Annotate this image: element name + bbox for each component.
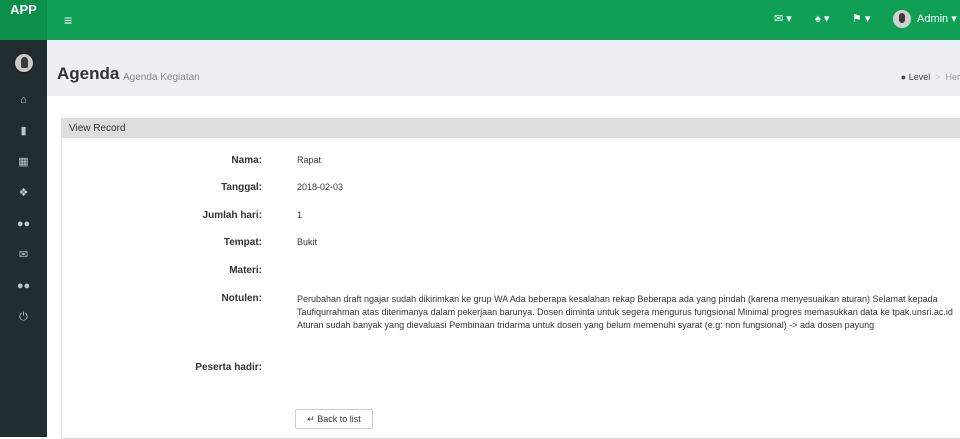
users-icon[interactable]: ●● bbox=[0, 217, 47, 231]
sidebar-avatar bbox=[13, 52, 35, 74]
user-avatar[interactable] bbox=[893, 10, 911, 28]
page-title: Agenda bbox=[57, 64, 120, 83]
field-value-nama: Rapat bbox=[297, 155, 322, 165]
brand-logo[interactable]: APP bbox=[0, 0, 47, 40]
info-icon[interactable]: ❖ bbox=[0, 186, 47, 200]
power-icon[interactable]: ⏻ bbox=[0, 310, 47, 324]
flag-icon[interactable]: ⚑ ▾ bbox=[852, 12, 870, 26]
record-panel: View Record Nama: Rapat Tanggal: 2018-02… bbox=[61, 118, 960, 439]
users-icon[interactable]: ●● bbox=[0, 279, 47, 293]
page-subtitle: Agenda Kegiatan bbox=[123, 72, 200, 83]
field-value-notulen: Perubahan draft ngajar sudah dikirimkan … bbox=[297, 294, 953, 330]
field-value-tempat: Bukit bbox=[297, 237, 318, 247]
content-header: Agenda Agenda Kegiatan ● Level > Her bbox=[47, 40, 960, 96]
field-value-tanggal: 2018-02-03 bbox=[297, 182, 344, 192]
back-button-label: Back to list bbox=[317, 414, 361, 424]
field-label-notulen: Notulen: bbox=[221, 293, 262, 304]
sidebar: APP ⌂ ▮ ▦ ❖ ●● ✉ ●● ⏻ bbox=[0, 0, 47, 437]
field-value-jumlah-hari: 1 bbox=[297, 210, 303, 220]
envelope-icon[interactable]: ✉ ▾ bbox=[774, 12, 792, 26]
field-label-tempat: Tempat: bbox=[223, 237, 262, 248]
panel-heading: View Record bbox=[62, 119, 960, 138]
field-label-tanggal: Tanggal: bbox=[221, 182, 262, 193]
breadcrumb-level[interactable]: Level bbox=[909, 72, 931, 82]
field-label-jumlah-hari: Jumlah hari: bbox=[202, 210, 262, 221]
return-arrow-icon: ↵ bbox=[307, 414, 315, 424]
hamburger-icon[interactable]: ≡ bbox=[64, 13, 72, 27]
home-icon[interactable]: ⌂ bbox=[0, 93, 47, 107]
field-label-materi: Materi: bbox=[229, 265, 262, 276]
bell-icon[interactable]: ♠ ▾ bbox=[815, 12, 829, 26]
breadcrumb: ● Level > Her bbox=[900, 72, 960, 82]
user-name: Admin bbox=[917, 13, 949, 25]
breadcrumb-current: Her bbox=[945, 72, 960, 82]
brand-text: APP bbox=[10, 2, 37, 17]
file-icon[interactable]: ▮ bbox=[0, 124, 47, 138]
field-label-nama: Nama: bbox=[231, 155, 262, 166]
field-label-peserta-hadir: Peserta hadir: bbox=[195, 362, 262, 373]
back-to-list-button[interactable]: ↵ Back to list bbox=[295, 409, 373, 429]
calendar-icon[interactable]: ▦ bbox=[0, 155, 47, 169]
user-menu[interactable]: Admin ▾ bbox=[917, 12, 957, 26]
dashboard-icon: ● bbox=[900, 72, 907, 82]
mail-icon[interactable]: ✉ bbox=[0, 248, 47, 262]
